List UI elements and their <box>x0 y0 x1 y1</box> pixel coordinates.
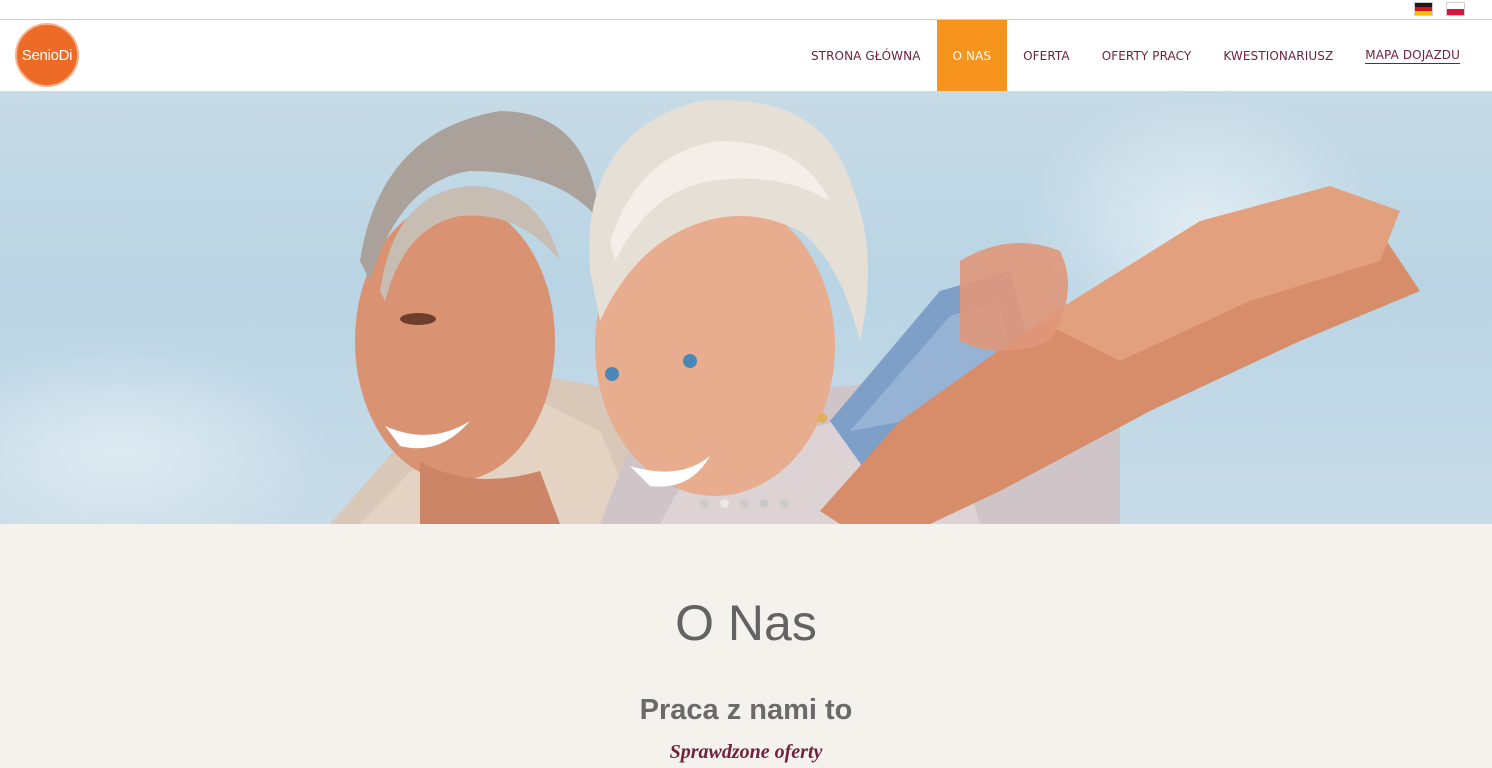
nav-item-label: OFERTA <box>1023 48 1070 63</box>
nav-item-label: OFERTY PRACY <box>1101 48 1192 63</box>
logo[interactable]: SenioDi <box>15 23 79 87</box>
slider-dot[interactable] <box>760 499 769 508</box>
logo-text: SenioDi <box>21 46 73 64</box>
slider-dot[interactable] <box>700 499 709 508</box>
german-flag-icon[interactable] <box>1414 2 1433 16</box>
nav-item-kwestionariusz[interactable]: KWESTIONARIUSZ <box>1207 20 1349 91</box>
nav-item-label: KWESTIONARIUSZ <box>1223 48 1334 63</box>
nav-item-mapa-dojazdu[interactable]: MAPA DOJAZDU <box>1349 20 1476 91</box>
site-header: SenioDi STRONA GŁÓWNA O NAS OFERTA OFERT… <box>0 20 1492 91</box>
slider-pagination <box>700 499 789 508</box>
section-subtitle: Praca z nami to <box>639 694 853 726</box>
main-nav: STRONA GŁÓWNA O NAS OFERTA OFERTY PRACY … <box>795 20 1476 91</box>
page-title: O Nas <box>675 595 817 651</box>
nav-item-label: STRONA GŁÓWNA <box>810 48 921 63</box>
hero-image <box>330 100 1420 524</box>
slider-dot[interactable] <box>740 499 749 508</box>
nav-item-label: MAPA DOJAZDU <box>1365 47 1460 64</box>
slider-dot[interactable] <box>780 499 789 508</box>
top-bar <box>0 0 1492 20</box>
slider-dot-active[interactable] <box>720 499 729 508</box>
about-section: O Nas Praca z nami to Sprawdzone oferty <box>0 524 1492 768</box>
hero-slider[interactable] <box>0 91 1492 524</box>
nav-item-strona-glowna[interactable]: STRONA GŁÓWNA <box>795 20 937 91</box>
polish-flag-icon[interactable] <box>1446 2 1465 16</box>
nav-item-label: O NAS <box>952 48 992 63</box>
nav-item-oferta[interactable]: OFERTA <box>1007 20 1086 91</box>
nav-item-oferty-pracy[interactable]: OFERTY PRACY <box>1086 20 1208 91</box>
section-tagline: Sprawdzone oferty <box>669 741 823 763</box>
nav-item-o-nas[interactable]: O NAS <box>936 20 1008 91</box>
